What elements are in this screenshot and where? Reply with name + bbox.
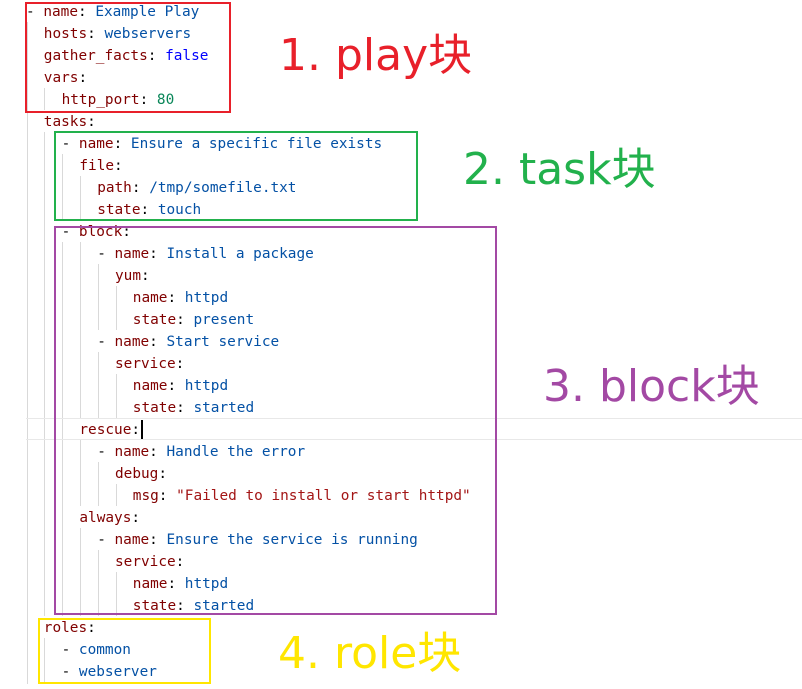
task-label: 2. task块 xyxy=(463,144,656,195)
indent-guide xyxy=(44,132,45,616)
key-colon: : xyxy=(87,114,96,130)
indent-guide xyxy=(27,22,28,684)
block-box xyxy=(54,226,497,615)
code-line[interactable]: tasks: xyxy=(44,111,96,133)
block-label: 3. block块 xyxy=(543,361,760,412)
play-box xyxy=(25,2,231,113)
play-label: 1. play块 xyxy=(279,30,473,81)
role-box xyxy=(38,618,211,684)
role-label: 4. role块 xyxy=(278,628,462,679)
yaml-key: tasks xyxy=(43,114,88,130)
task-box xyxy=(54,131,418,221)
